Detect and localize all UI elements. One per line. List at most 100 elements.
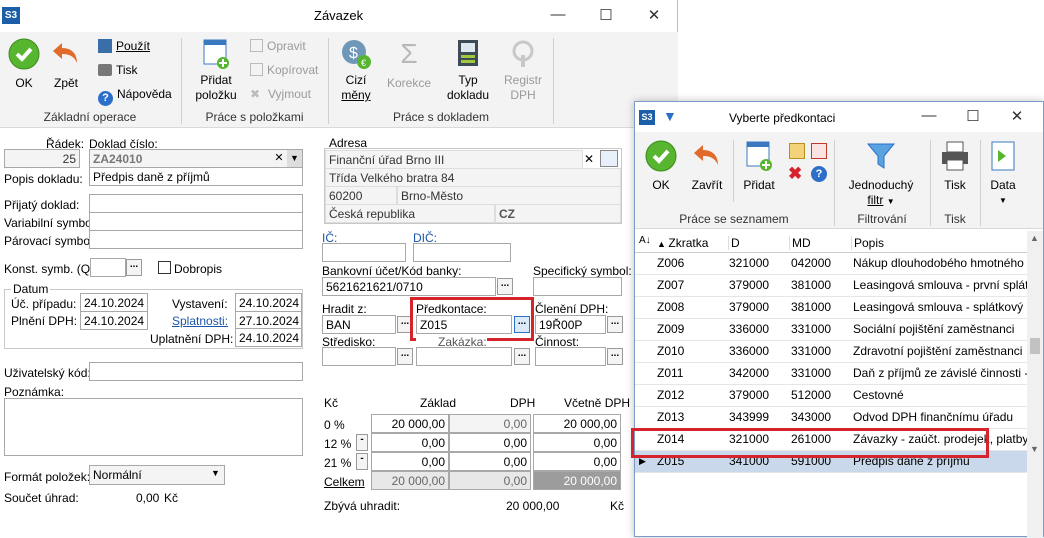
vat-fulfil-field[interactable]: 24.10.2024 <box>80 311 148 330</box>
total-field[interactable]: 0,00 <box>533 452 621 471</box>
vat-register-button[interactable]: Registr DPH <box>500 38 546 103</box>
maximize-icon[interactable]: ☐ <box>596 6 616 24</box>
table-row[interactable]: Z007 379000 381000 Leasingová smlouva - prv… <box>635 274 1027 297</box>
ok-button[interactable]: OK <box>6 38 42 91</box>
simple-filter-button[interactable]: Jednoduchý filtr ▼ <box>841 140 921 209</box>
desc-field[interactable]: Předpis daně z příjmů <box>89 167 303 186</box>
scroll-up-icon[interactable]: ▲ <box>1030 233 1039 243</box>
scroll-thumb[interactable] <box>1030 338 1040 354</box>
acc-case-field[interactable]: 24.10.2024 <box>80 293 148 312</box>
center-field[interactable] <box>322 347 396 366</box>
row-field[interactable]: 25 <box>4 149 80 168</box>
variable-field[interactable] <box>89 212 303 231</box>
issued-field[interactable]: 24.10.2024 <box>235 293 302 312</box>
activity-field[interactable] <box>535 347 606 366</box>
total-field[interactable]: 20 000,00 <box>533 414 621 433</box>
pay-from-field[interactable]: BAN <box>322 315 396 334</box>
address-city-field[interactable]: Brno-Město <box>397 186 621 205</box>
spec-field[interactable] <box>533 277 622 296</box>
address-zip-field[interactable]: 60200 <box>325 186 397 205</box>
doc-no-field[interactable]: ZA24010 <box>89 149 303 168</box>
cut-button[interactable]: ✖ Vyjmout <box>250 87 311 102</box>
const-browse-button[interactable]: ... <box>126 259 142 276</box>
contract-field[interactable] <box>416 347 512 366</box>
address-book-icon[interactable] <box>600 150 618 167</box>
chevron-down-icon[interactable]: ▼ <box>287 150 302 167</box>
table-row[interactable]: Z009 336000 331000 Sociální pojištění zaměs… <box>635 318 1027 341</box>
vat-field[interactable]: 0,00 <box>449 433 531 452</box>
user-code-field[interactable] <box>89 362 303 381</box>
ok-button[interactable]: OK <box>641 140 681 193</box>
rate-stepper[interactable]: - <box>356 434 368 451</box>
copy-button[interactable]: Kopírovat <box>250 63 318 78</box>
delete-icon[interactable]: ✖ <box>788 164 802 184</box>
scrollbar[interactable] <box>1027 231 1043 538</box>
help-button[interactable]: ? Nápověda <box>98 87 172 106</box>
vat-class-field[interactable]: 19Ř00P <box>535 315 606 334</box>
vat-class-browse-button[interactable]: ... <box>607 316 623 333</box>
total-field[interactable]: 0,00 <box>533 433 621 452</box>
print-button[interactable]: Tisk <box>98 63 138 78</box>
credit-note-checkbox[interactable] <box>158 261 171 274</box>
edit-button[interactable]: Opravit <box>250 39 306 54</box>
table-row[interactable]: Z006 321000 042000 Nákup dlouhodobého hmotn… <box>635 252 1027 275</box>
table-row[interactable]: Z013 343999 343000 Odvod DPH finančnímu úřa… <box>635 406 1027 429</box>
table-row[interactable]: Z012 379000 512000 Cestovné <box>635 384 1027 407</box>
address-street-field[interactable]: Třída Velkého bratra 84 <box>325 168 621 187</box>
use-button[interactable]: Použít <box>98 39 150 54</box>
edit-label: Opravit <box>267 39 306 53</box>
bank-field[interactable]: 5621621621/0710 <box>322 277 496 296</box>
sort-icon[interactable]: A↓ <box>639 235 651 246</box>
vat-field[interactable]: 0,00 <box>449 414 531 433</box>
format-select[interactable]: Normální <box>89 465 225 485</box>
address-country-field[interactable]: Česká republika <box>325 204 495 223</box>
note-field[interactable] <box>4 398 303 456</box>
col-header-md[interactable]: MD <box>789 236 811 250</box>
center-browse-button[interactable]: ... <box>397 348 413 365</box>
maximize-icon[interactable]: ☐ <box>963 107 983 125</box>
table-row[interactable]: Z008 379000 381000 Leasingová smlouva - spl… <box>635 296 1027 319</box>
close-icon[interactable]: ✕ <box>644 6 664 24</box>
table-row[interactable]: Z010 336000 331000 Zdravotní pojištění zamě… <box>635 340 1027 363</box>
pairing-field[interactable] <box>89 230 303 249</box>
minimize-icon[interactable]: — <box>919 107 939 124</box>
vat-claim-field[interactable]: 24.10.2024 <box>235 328 302 347</box>
rate-stepper[interactable]: - <box>356 453 368 470</box>
help-icon[interactable]: ? <box>811 166 827 182</box>
vat-field[interactable]: 0,00 <box>449 452 531 471</box>
ic-field[interactable] <box>322 243 406 262</box>
col-header-popis[interactable]: Popis <box>851 236 884 250</box>
close-button[interactable]: Zavřít <box>687 140 727 193</box>
base-field[interactable]: 20 000,00 <box>371 414 449 433</box>
col-header-zkratka[interactable]: ▲ Zkratka <box>657 236 708 250</box>
received-field[interactable] <box>89 194 303 213</box>
add-button[interactable]: Přidat <box>739 140 779 193</box>
col-header-d[interactable]: D <box>728 236 740 250</box>
clear-icon[interactable]: ✕ <box>584 152 594 166</box>
print-button[interactable]: Tisk <box>937 140 973 193</box>
close-icon[interactable]: ✕ <box>1007 107 1027 125</box>
bank-browse-button[interactable]: ... <box>497 278 513 295</box>
edit-icon[interactable] <box>789 143 805 159</box>
add-item-button[interactable]: Přidat položku <box>194 38 238 103</box>
corrections-button[interactable]: Σ Korekce <box>386 38 432 91</box>
address-name-field[interactable]: Finanční úřad Brno III <box>325 150 583 169</box>
table-row[interactable]: Z011 342000 331000 Daň z příjmů ze závislé … <box>635 362 1027 385</box>
clear-icon[interactable]: ✕ <box>272 150 286 167</box>
base-field[interactable]: 0,00 <box>371 433 449 452</box>
contract-browse-button[interactable]: ... <box>514 348 530 365</box>
address-country-code-field[interactable]: CZ <box>495 204 621 223</box>
doc-type-button[interactable]: Typ dokladu <box>446 38 490 103</box>
activity-browse-button[interactable]: ... <box>607 348 623 365</box>
dic-field[interactable] <box>413 243 511 262</box>
const-field[interactable] <box>90 258 126 277</box>
base-field[interactable]: 0,00 <box>371 452 449 471</box>
due-label[interactable]: Splatnosti: <box>172 314 228 328</box>
foreign-currency-button[interactable]: $ € Cizí měny <box>336 38 376 103</box>
back-button[interactable]: Zpět <box>48 38 84 91</box>
scroll-down-icon[interactable]: ▼ <box>1030 444 1039 454</box>
minimize-icon[interactable]: — <box>548 6 568 23</box>
copy-icon[interactable] <box>811 143 827 159</box>
table-cell: 379000 <box>725 296 787 319</box>
data-button[interactable]: Data ▼ <box>985 140 1021 208</box>
